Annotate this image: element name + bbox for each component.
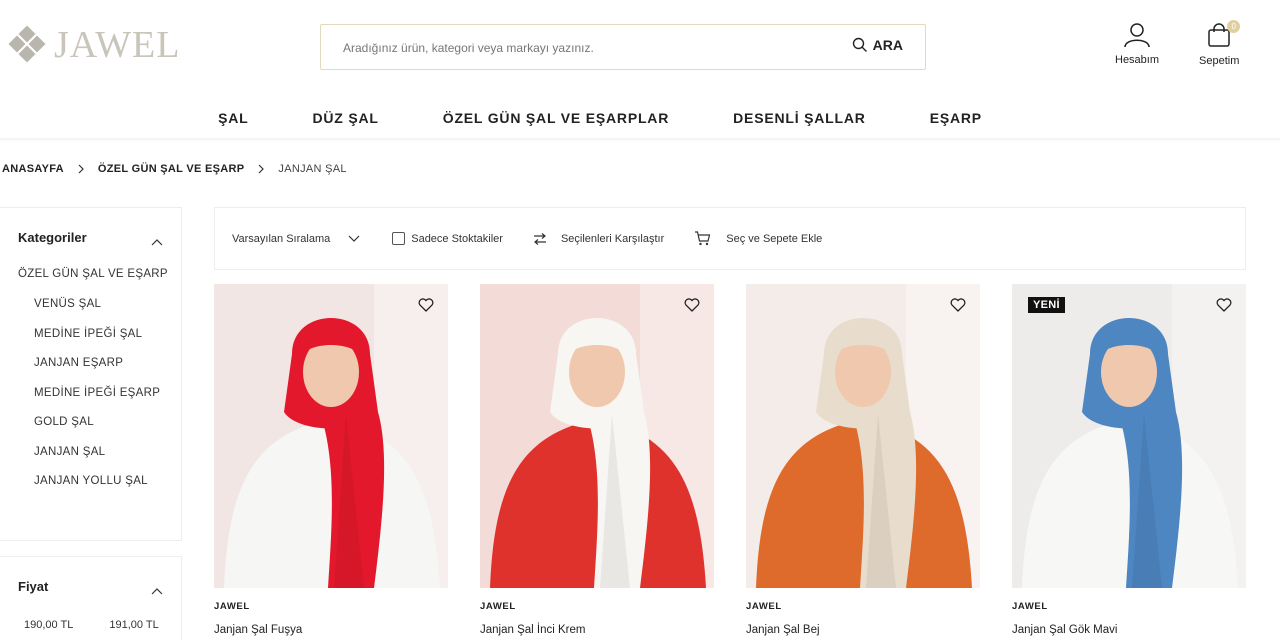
- search-button-label: ARA: [872, 37, 903, 53]
- shopping-cart-icon: [695, 231, 711, 246]
- price-min-value[interactable]: 190,00 TL: [24, 619, 73, 631]
- nav-item-ozel-gun[interactable]: ÖZEL GÜN ŞAL VE EŞARPLAR: [443, 110, 669, 126]
- product-image[interactable]: YENİ: [1012, 284, 1246, 588]
- add-to-cart-label: Seç ve Sepete Ekle: [726, 232, 823, 245]
- heart-icon[interactable]: [950, 298, 966, 317]
- price-max-value[interactable]: 191,00 TL: [109, 619, 158, 631]
- listing-toolbar: Varsayılan Sıralama Sadece Stoktakiler S…: [214, 207, 1246, 270]
- site-header: JAWEL ARA Hesabım 0 Sepetim: [0, 0, 1280, 96]
- main-nav: ŞAL DÜZ ŞAL ÖZEL GÜN ŞAL VE EŞARPLAR DES…: [0, 98, 1280, 138]
- compare-selected-button[interactable]: Seçilenleri Karşılaştır: [533, 233, 664, 245]
- category-item[interactable]: JANJAN ŞAL: [18, 445, 168, 460]
- breadcrumb: ANASAYFA ÖZEL GÜN ŞAL VE EŞARP JANJAN ŞA…: [2, 163, 347, 175]
- category-item[interactable]: VENÜS ŞAL: [18, 297, 168, 312]
- product-name[interactable]: Janjan Şal Bej: [746, 624, 980, 636]
- jawel-logo[interactable]: JAWEL: [8, 24, 181, 66]
- category-parent[interactable]: ÖZEL GÜN ŞAL VE EŞARP: [18, 267, 168, 282]
- search-input[interactable]: [343, 37, 823, 59]
- swap-arrows-icon: [533, 232, 546, 245]
- chevron-right-icon: [258, 164, 265, 174]
- nav-item-duz-sal[interactable]: DÜZ ŞAL: [312, 110, 378, 126]
- product-brand: JAWEL: [746, 601, 782, 612]
- account-label: Hesabım: [1115, 54, 1160, 66]
- heart-icon[interactable]: [1216, 298, 1232, 317]
- product-name[interactable]: Janjan Şal Gök Mavi: [1012, 624, 1246, 636]
- price-title: Fiyat: [18, 579, 49, 594]
- chevron-right-icon: [78, 164, 84, 174]
- search-button[interactable]: ARA: [852, 37, 903, 53]
- price-range: 190,00 TL 191,00 TL: [24, 619, 159, 631]
- product-name[interactable]: Janjan Şal Fuşya: [214, 624, 448, 636]
- add-selected-to-cart-button[interactable]: Seç ve Sepete Ekle: [694, 231, 822, 246]
- product-brand: JAWEL: [480, 601, 516, 612]
- account-link[interactable]: Hesabım: [1115, 22, 1159, 66]
- in-stock-filter[interactable]: Sadece Stoktakiler: [392, 232, 503, 245]
- new-badge: YENİ: [1028, 297, 1065, 313]
- nav-item-sal[interactable]: ŞAL: [218, 110, 248, 126]
- product-brand: JAWEL: [214, 601, 250, 612]
- nav-item-desenli-sallar[interactable]: DESENLİ ŞALLAR: [733, 110, 866, 126]
- cart-label: Sepetim: [1199, 55, 1240, 67]
- compare-label: Seçilenleri Karşılaştır: [560, 232, 665, 245]
- heart-icon[interactable]: [418, 298, 434, 317]
- breadcrumb-category[interactable]: ÖZEL GÜN ŞAL VE EŞARP: [98, 163, 244, 175]
- logo-diamond-icon: [8, 25, 46, 64]
- sort-label: Varsayılan Sıralama: [232, 232, 331, 245]
- in-stock-label: Sadece Stoktakiler: [411, 232, 503, 245]
- product-brand: JAWEL: [1012, 601, 1048, 612]
- chevron-up-icon[interactable]: [151, 582, 163, 600]
- nav-divider: [0, 138, 1280, 142]
- breadcrumb-home[interactable]: ANASAYFA: [2, 163, 64, 175]
- cart-count-badge: 0: [1227, 20, 1241, 33]
- product-photo: [480, 284, 714, 588]
- category-item[interactable]: GOLD ŞAL: [18, 415, 168, 430]
- category-item[interactable]: MEDİNE İPEĞİ EŞARP: [18, 386, 168, 401]
- product-card[interactable]: JAWEL Janjan Şal İnci Krem: [480, 284, 714, 636]
- category-item[interactable]: JANJAN YOLLU ŞAL: [18, 474, 168, 489]
- category-filter-panel: Kategoriler ÖZEL GÜN ŞAL VE EŞARP VENÜS …: [0, 207, 182, 541]
- cart-link[interactable]: 0 Sepetim: [1199, 20, 1241, 67]
- sort-dropdown[interactable]: Varsayılan Sıralama: [232, 233, 360, 245]
- product-image[interactable]: [214, 284, 448, 588]
- chevron-up-icon[interactable]: [151, 233, 163, 251]
- product-name[interactable]: Janjan Şal İnci Krem: [480, 624, 714, 636]
- breadcrumb-current: JANJAN ŞAL: [278, 163, 347, 175]
- in-stock-checkbox[interactable]: [392, 232, 406, 245]
- search-bar: ARA: [320, 24, 926, 70]
- search-icon: [852, 37, 867, 52]
- category-item[interactable]: MEDİNE İPEĞİ ŞAL: [18, 327, 168, 342]
- category-item[interactable]: JANJAN EŞARP: [18, 356, 168, 371]
- logo-text: JAWEL: [54, 24, 181, 66]
- nav-item-esarp[interactable]: EŞARP: [930, 110, 982, 126]
- heart-icon[interactable]: [684, 298, 700, 317]
- product-photo: [214, 284, 448, 588]
- product-image[interactable]: [746, 284, 980, 588]
- category-list: ÖZEL GÜN ŞAL VE EŞARP VENÜS ŞAL MEDİNE İ…: [18, 267, 168, 504]
- product-photo: [1012, 284, 1246, 588]
- product-card[interactable]: JAWEL Janjan Şal Bej: [746, 284, 980, 636]
- product-image[interactable]: [480, 284, 714, 588]
- product-photo: [746, 284, 980, 588]
- product-card[interactable]: JAWEL Janjan Şal Fuşya: [214, 284, 448, 636]
- chevron-down-icon: [348, 235, 360, 242]
- categories-title: Kategoriler: [18, 230, 87, 245]
- product-card[interactable]: YENİ JAWEL Janjan Şal Gök Mavi: [1012, 284, 1246, 636]
- user-icon: [1124, 23, 1150, 48]
- price-filter-panel: Fiyat 190,00 TL 191,00 TL: [0, 556, 182, 640]
